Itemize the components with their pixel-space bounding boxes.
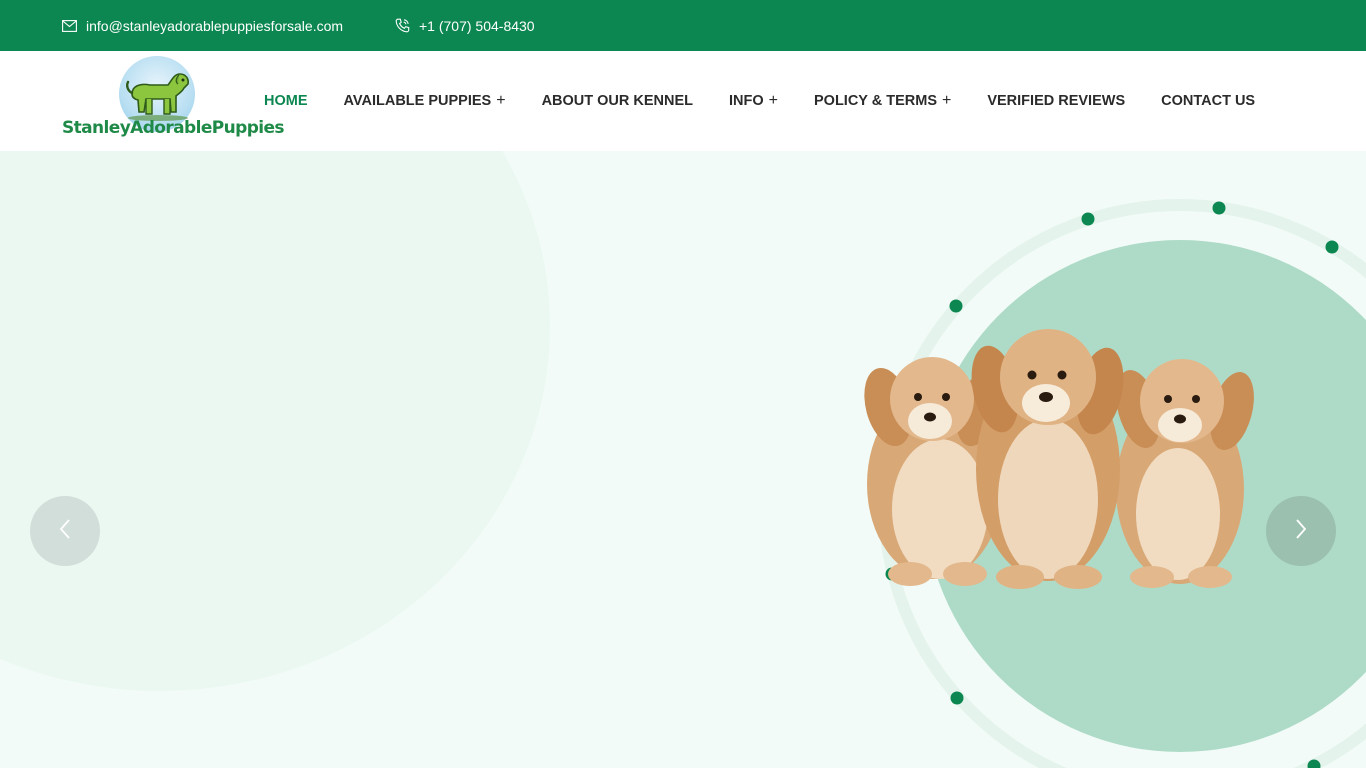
nav-label: CONTACT US [1161, 93, 1256, 109]
plus-icon: + [942, 92, 952, 109]
plus-icon: + [768, 92, 778, 109]
slider-prev-button[interactable] [30, 496, 100, 566]
phone-text: +1 (707) 504-8430 [419, 17, 535, 34]
puppies-image [864, 329, 1254, 589]
nav-label: AVAILABLE PUPPIES [343, 93, 492, 109]
chevron-left-icon [58, 518, 72, 545]
puppy-middle [971, 329, 1124, 589]
chevron-right-icon [1294, 518, 1308, 545]
site-logo[interactable]: StanleyAdorablePuppies [62, 54, 285, 146]
nav-label: POLICY & TERMS [814, 93, 937, 109]
nav-available-puppies[interactable]: AVAILABLE PUPPIES + [343, 92, 506, 110]
dog-logo-icon [126, 73, 189, 121]
phone-icon [395, 18, 410, 33]
email-text: info@stanleyadorablepuppiesforsale.com [86, 17, 344, 34]
nav-info[interactable]: INFO + [729, 92, 778, 110]
site-header: StanleyAdorablePuppies HOME AVAILABLE PU… [0, 51, 1366, 151]
nav-verified-reviews[interactable]: VERIFIED REVIEWS [987, 93, 1125, 109]
top-contact-bar: info@stanleyadorablepuppiesforsale.com +… [0, 0, 1366, 51]
puppy-right [1116, 359, 1254, 588]
nav-label: ABOUT OUR KENNEL [541, 93, 694, 109]
hero-slider [0, 151, 1366, 768]
main-navigation: HOME AVAILABLE PUPPIES + ABOUT OUR KENNE… [264, 51, 1291, 151]
nav-label: VERIFIED REVIEWS [987, 93, 1126, 109]
nav-contact-us[interactable]: CONTACT US [1161, 93, 1255, 109]
envelope-icon [62, 19, 77, 32]
nav-about-our-kennel[interactable]: ABOUT OUR KENNEL [542, 93, 693, 109]
nav-label: INFO [729, 93, 764, 109]
phone-link[interactable]: +1 (707) 504-8430 [395, 0, 535, 51]
nav-label: HOME [264, 93, 308, 109]
plus-icon: + [496, 92, 506, 109]
slider-next-button[interactable] [1266, 496, 1336, 566]
logo-text: StanleyAdorablePuppies [62, 118, 285, 138]
nav-policy-terms[interactable]: POLICY & TERMS + [814, 92, 952, 110]
nav-home[interactable]: HOME [264, 93, 308, 109]
email-link[interactable]: info@stanleyadorablepuppiesforsale.com [62, 0, 343, 51]
